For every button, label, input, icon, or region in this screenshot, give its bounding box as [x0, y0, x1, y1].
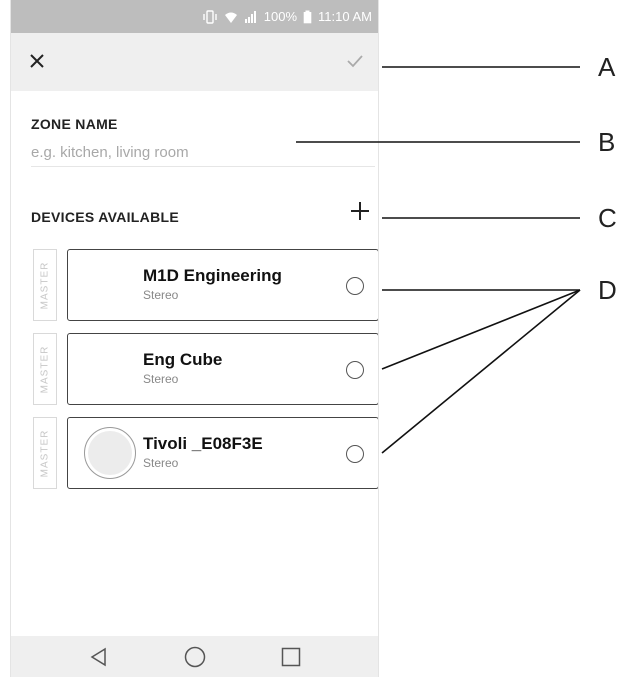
callout-c: C: [598, 203, 617, 233]
callout-d: D: [598, 275, 617, 305]
callout-lines: [296, 66, 581, 454]
callout-a: A: [598, 52, 616, 82]
callout-b: B: [598, 127, 616, 157]
